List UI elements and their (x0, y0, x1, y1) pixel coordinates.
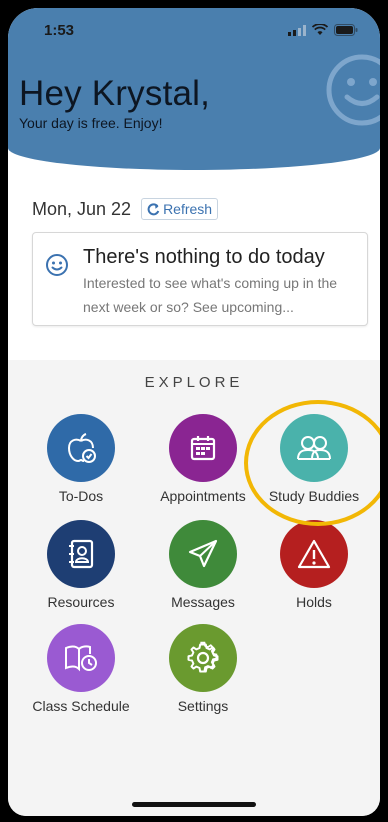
home-indicator[interactable] (132, 802, 256, 807)
wifi-icon (312, 24, 328, 35)
refresh-label: Refresh (163, 201, 213, 217)
highlight-circle (244, 400, 380, 526)
refresh-button[interactable]: Refresh (141, 198, 219, 220)
warning-icon (297, 539, 331, 569)
calendar-icon (190, 436, 216, 461)
status-icons (288, 24, 358, 36)
battery-icon (334, 24, 358, 36)
smiley-icon (46, 254, 68, 276)
paper-plane-icon (188, 539, 218, 568)
apple-check-icon (67, 433, 96, 463)
gear-icon (187, 641, 219, 673)
date-label: Mon, Jun 22 (32, 198, 132, 219)
tile-class-schedule[interactable]: Class Schedule (16, 624, 146, 714)
smiley-watermark-icon (326, 54, 380, 126)
empty-day-card[interactable]: There's nothing to do today Interested t… (32, 232, 368, 326)
phone-screen: 1:53 Hey Krystal, Your day is free. Enjo… (8, 8, 380, 816)
card-title: There's nothing to do today (83, 246, 325, 268)
contact-book-icon (69, 539, 94, 569)
tile-holds[interactable]: Holds (249, 520, 379, 610)
tile-label: Class Schedule (32, 698, 130, 714)
holds-circle (280, 520, 348, 588)
messages-circle (169, 520, 237, 588)
tile-label: Resources (47, 594, 115, 610)
book-clock-icon (65, 645, 97, 672)
settings-circle (169, 624, 237, 692)
status-time: 1:53 (44, 22, 75, 39)
tile-settings[interactable]: Settings (138, 624, 268, 714)
tile-to-dos[interactable]: To-Dos (16, 414, 146, 504)
header-banner: 1:53 Hey Krystal, Your day is free. Enjo… (8, 8, 380, 170)
explore-title: EXPLORE (144, 374, 244, 391)
resources-circle (47, 520, 115, 588)
card-body: Interested to see what's coming up in th… (83, 275, 338, 315)
tile-label: To-Dos (58, 488, 104, 504)
class-schedule-circle (47, 624, 115, 692)
tile-resources[interactable]: Resources (16, 520, 146, 610)
signal-icon (288, 24, 306, 36)
appointments-circle (169, 414, 237, 482)
greeting-subtitle: Your day is free. Enjoy! (19, 115, 163, 131)
refresh-icon (147, 202, 160, 215)
to-dos-circle (47, 414, 115, 482)
greeting-title: Hey Krystal, (19, 74, 211, 113)
tile-label: Holds (296, 594, 332, 610)
tile-label: Settings (177, 698, 229, 714)
date-row: Mon, Jun 22 Refresh (32, 198, 219, 220)
